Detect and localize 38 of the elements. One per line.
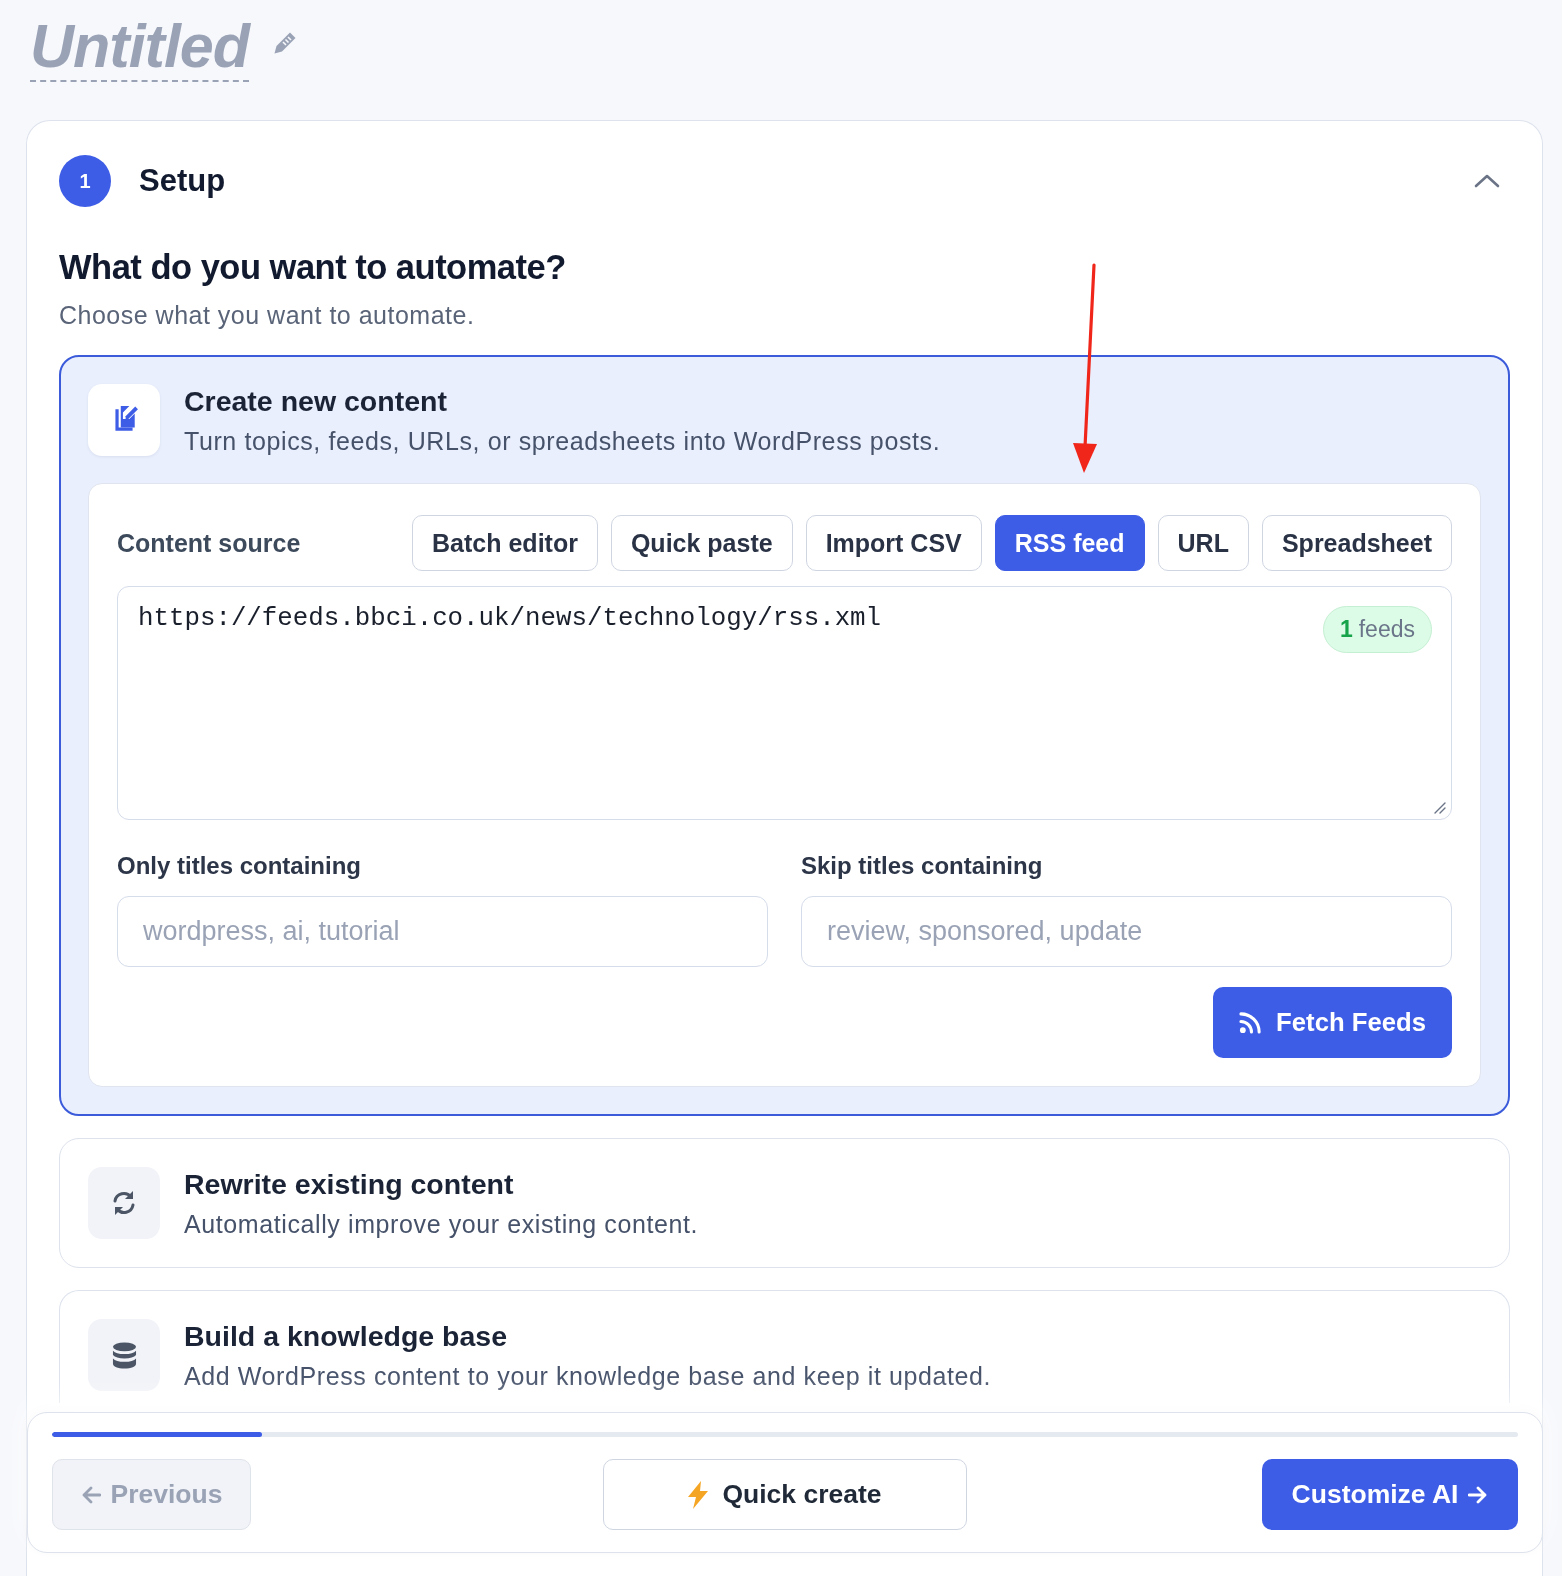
step-title: Setup — [139, 163, 226, 199]
source-tab[interactable]: URL — [1157, 515, 1249, 571]
filter-label: Skip titles containing — [801, 851, 1044, 881]
source-tab[interactable]: Import CSV — [805, 515, 982, 571]
refresh-icon — [88, 1167, 160, 1239]
step-number: 1 — [59, 155, 111, 207]
option-card[interactable]: Build a knowledge base Add WordPress content to your knowledge base and keep it updated. — [59, 1290, 1510, 1403]
option-description: Automatically improve your existing content. — [184, 1209, 699, 1239]
source-tab[interactable]: Batch editor — [412, 515, 598, 571]
rss-icon — [1239, 1011, 1263, 1034]
customize-ai-button[interactable]: Customize AI — [1262, 1459, 1518, 1530]
option-title: Create new content — [184, 384, 448, 418]
arrow-right-icon — [1468, 1485, 1489, 1504]
filter-input[interactable]: wordpress, ai, tutorial — [117, 896, 768, 967]
source-tab[interactable]: RSS feed — [994, 515, 1145, 571]
source-tab[interactable]: Quick paste — [610, 515, 793, 571]
option-card[interactable] — [59, 355, 1510, 1116]
filter-input[interactable]: review, sponsored, update — [801, 896, 1452, 967]
source-tab[interactable]: Spreadsheet — [1261, 515, 1452, 571]
fetch-feeds-button[interactable]: Fetch Feeds — [1213, 987, 1452, 1058]
option-description: Turn topics, feeds, URLs, or spreadsheets into WordPress posts. — [184, 426, 941, 456]
option-title: Build a knowledge base — [184, 1319, 509, 1353]
section-subheading: Choose what you want to automate. — [59, 300, 476, 331]
option-title: Rewrite existing content — [184, 1167, 515, 1201]
quick-create-button[interactable]: Quick create — [603, 1459, 967, 1530]
chevron-up-icon[interactable] — [1474, 174, 1500, 188]
database-icon — [88, 1319, 160, 1391]
content-source-label: Content source — [117, 528, 301, 558]
pencil-icon[interactable] — [273, 31, 298, 55]
lightning-icon — [688, 1480, 709, 1509]
filter-label: Only titles containing — [117, 851, 363, 881]
section-heading: What do you want to automate? — [59, 247, 567, 287]
arrow-left-icon — [80, 1485, 101, 1504]
option-card[interactable]: Rewrite existing content Automatically improve your existing content. — [59, 1138, 1510, 1268]
feed-count: 1 feeds — [1322, 606, 1432, 653]
edit-icon — [88, 384, 160, 456]
resize-grip-icon[interactable] — [1434, 802, 1446, 814]
option-description: Add WordPress content to your knowledge base and keep it updated. — [184, 1361, 992, 1391]
